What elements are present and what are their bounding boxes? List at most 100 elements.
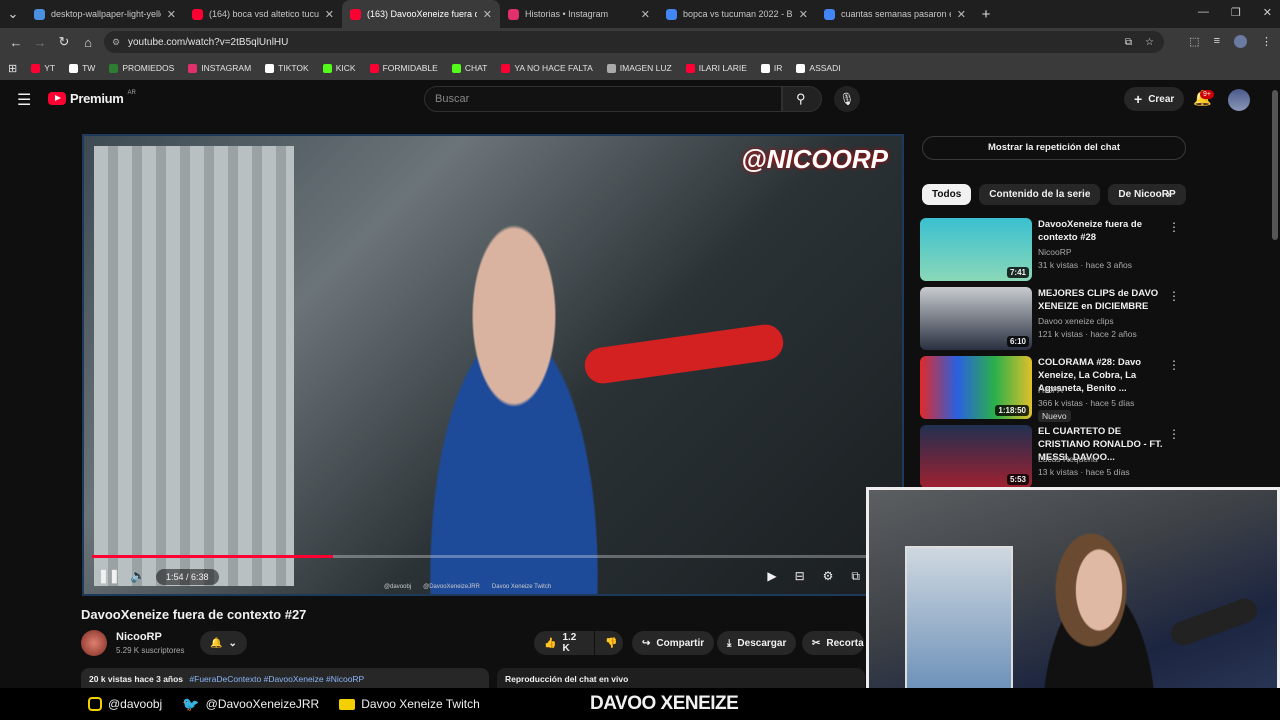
browser-tab[interactable]: bopca vs tucuman 2022 - Busc ✕	[658, 0, 816, 28]
clip-button[interactable]: ✂ Recortar	[802, 631, 864, 655]
extensions-icon[interactable]: ⬚	[1189, 35, 1199, 48]
autoplay-toggle-icon[interactable]: ▶	[767, 569, 776, 584]
bookmark-item[interactable]: YA NO HACE FALTA	[501, 63, 593, 73]
bookmark-label: CHAT	[464, 63, 488, 73]
bookmark-star-icon[interactable]: ☆	[1145, 37, 1154, 48]
recommended-channel[interactable]: Davoo xeneize clips	[1038, 316, 1114, 326]
recommended-video[interactable]: 5:53 EL CUARTETO DE CRISTIANO RONALDO - …	[920, 425, 1180, 491]
filter-chip[interactable]: De NicooRP	[1108, 184, 1186, 205]
description-box[interactable]: 20 k vistas hace 3 años #FueraDeContexto…	[81, 668, 489, 688]
share-button[interactable]: ↪ Compartir	[632, 631, 715, 655]
tab-close-icon[interactable]: ✕	[799, 8, 808, 21]
more-options-icon[interactable]: ⋮	[1168, 220, 1180, 234]
recommended-title[interactable]: DavooXeneize fuera de contexto #28	[1038, 218, 1170, 244]
show-chat-replay-button[interactable]: Mostrar la repetición del chat	[922, 136, 1186, 160]
url-bar[interactable]: ⚙ youtube.com/watch?v=2tB5qlUnlHU ☆ ⧉	[104, 31, 1164, 53]
bookmark-item[interactable]: INSTAGRAM	[188, 63, 251, 73]
channel-name[interactable]: NicooRP	[116, 631, 162, 643]
forward-icon[interactable]: →	[28, 35, 52, 50]
video-thumbnail[interactable]: 6:10	[920, 287, 1032, 350]
tab-favicon-icon	[824, 8, 835, 20]
more-options-icon[interactable]: ⋮	[1168, 289, 1180, 303]
youtube-logo[interactable]: Premium AR	[48, 90, 136, 106]
pause-icon[interactable]: ❚❚	[98, 568, 120, 584]
browser-tab[interactable]: cuantas semanas pasaron e ag ✕	[816, 0, 974, 28]
voice-search-button[interactable]: 🎙	[834, 86, 860, 112]
home-icon[interactable]: ⌂	[76, 35, 100, 50]
recommended-channel[interactable]: NicooRP	[1038, 247, 1072, 257]
tab-title: Historias • Instagram	[525, 9, 609, 19]
tab-close-icon[interactable]: ✕	[641, 8, 650, 21]
webcam-mic	[1167, 595, 1261, 649]
dislike-button[interactable]: 👎	[595, 631, 623, 655]
bookmark-item[interactable]: KICK	[322, 63, 356, 73]
bookmark-item[interactable]: TW	[69, 63, 95, 73]
profile-avatar[interactable]	[1234, 35, 1247, 48]
more-options-icon[interactable]: ⋮	[1168, 358, 1180, 372]
recommended-video[interactable]: 7:41 DavooXeneize fuera de contexto #28 …	[920, 218, 1180, 284]
filter-chip[interactable]: Todos	[922, 184, 972, 205]
recommended-video[interactable]: 6:10 MEJORES CLIPS de DAVO XENEIZE en DI…	[920, 287, 1180, 353]
like-button[interactable]: 👍 1.2 K	[534, 631, 594, 655]
reload-icon[interactable]: ↻	[52, 34, 76, 50]
site-info-icon[interactable]: ⚙	[112, 37, 120, 48]
browser-tab[interactable]: (164) boca vsd altetico tucuman ✕	[184, 0, 342, 28]
bookmark-item[interactable]: YT	[31, 63, 55, 73]
recommended-channel[interactable]: Lucas Requena	[1038, 454, 1098, 464]
video-thumbnail[interactable]: 5:53	[920, 425, 1032, 488]
bookmark-item[interactable]: PROMIEDOS	[109, 63, 174, 73]
hashtags[interactable]: #FueraDeContexto #DavooXeneize #NicooRP	[189, 674, 364, 684]
bookmark-item[interactable]: CHAT	[451, 63, 488, 73]
account-avatar[interactable]	[1228, 89, 1250, 111]
back-icon[interactable]: ←	[4, 35, 28, 50]
tab-close-icon[interactable]: ✕	[325, 8, 334, 21]
search-button[interactable]: ⚲	[782, 86, 822, 112]
video-thumbnail[interactable]: 7:41	[920, 218, 1032, 281]
download-button[interactable]: ⤓ Descargar	[717, 631, 797, 655]
recommended-video[interactable]: 1:18:50 COLORAMA #28: Davo Xeneize, La C…	[920, 356, 1180, 422]
bookmark-item[interactable]: ILARI LARIE	[685, 63, 747, 73]
install-icon[interactable]: ⧉	[1125, 37, 1132, 48]
bookmark-item[interactable]: IMAGEN LUZ	[606, 63, 672, 73]
video-player[interactable]: @NICOORP @davoobj @DavooXeneizeJRR Davoo X…	[82, 134, 904, 596]
recommended-title[interactable]: MEJORES CLIPS de DAVO XENEIZE en DICIEMB…	[1038, 287, 1170, 313]
reading-list-icon[interactable]: ≡	[1214, 35, 1220, 48]
subtitles-icon[interactable]: ⊟	[795, 569, 805, 584]
video-thumbnail[interactable]: 1:18:50	[920, 356, 1032, 419]
guide-menu-icon[interactable]: ☰	[17, 90, 31, 110]
bookmark-favicon-icon	[265, 63, 275, 73]
search-input[interactable]: Buscar	[424, 86, 782, 112]
create-button[interactable]: + Crear	[1124, 87, 1185, 111]
tab-favicon-icon	[34, 8, 45, 20]
bookmark-item[interactable]: FORMIDABLE	[369, 63, 438, 73]
chips-next-icon[interactable]: ›	[1166, 186, 1170, 201]
filter-chip[interactable]: Contenido de la serie	[979, 184, 1101, 205]
browser-menu-icon[interactable]: ⋮	[1261, 35, 1272, 48]
browser-tab[interactable]: (163) DavooXeneize fuera d ✕	[342, 0, 500, 28]
bookmark-item[interactable]: IR	[760, 63, 782, 73]
tab-close-icon[interactable]: ✕	[957, 8, 966, 21]
bookmark-item[interactable]: TIKTOK	[265, 63, 309, 73]
close-window-icon[interactable]: ✕	[1263, 6, 1272, 19]
volume-icon[interactable]: 🔈	[130, 568, 146, 584]
apps-grid-icon[interactable]: ⊞	[8, 62, 17, 75]
miniplayer-icon[interactable]: ⧉	[851, 569, 860, 584]
tab-search-icon[interactable]: ⌄	[0, 6, 26, 22]
minimize-icon[interactable]: —	[1198, 6, 1209, 19]
browser-tab[interactable]: Historias • Instagram ✕	[500, 0, 658, 28]
progress-bar[interactable]	[92, 555, 894, 558]
bookmark-label: PROMIEDOS	[122, 63, 175, 73]
new-tab-icon[interactable]: +	[974, 6, 998, 23]
channel-avatar[interactable]	[81, 630, 107, 656]
bookmark-item[interactable]: ASSADI	[796, 63, 841, 73]
tab-close-icon[interactable]: ✕	[483, 8, 492, 21]
bell-icon: 🔔	[210, 637, 223, 649]
tab-close-icon[interactable]: ✕	[167, 8, 176, 21]
recommended-channel[interactable]: HISPA	[1038, 385, 1063, 395]
more-options-icon[interactable]: ⋮	[1168, 427, 1180, 441]
scrollbar[interactable]	[1272, 90, 1278, 240]
browser-tab[interactable]: desktop-wallpaper-light-yellow ✕	[26, 0, 184, 28]
restore-icon[interactable]: ❐	[1231, 6, 1241, 19]
settings-gear-icon[interactable]: ⚙	[823, 569, 834, 584]
subscription-bell-button[interactable]: 🔔 ⌄	[200, 631, 247, 655]
